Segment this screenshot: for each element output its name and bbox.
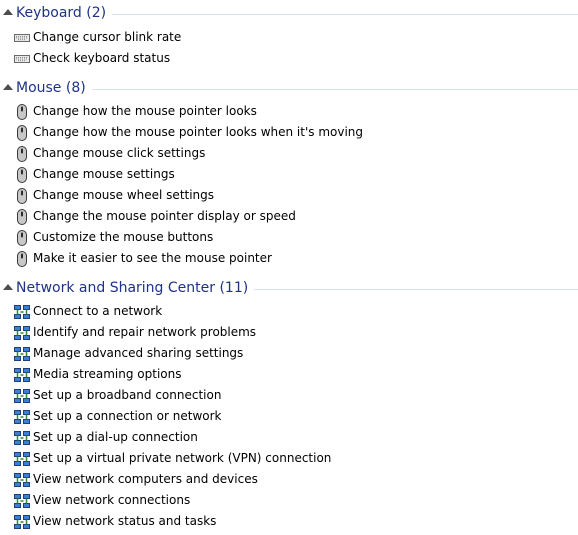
list-item-label: Change the mouse pointer display or spee… — [33, 209, 296, 223]
list-item-label: Make it easier to see the mouse pointer — [33, 251, 272, 265]
list-item-mouse-2[interactable]: Change mouse click settings — [0, 144, 578, 165]
keyboard-icon — [14, 30, 30, 46]
list-item-network-3[interactable]: Media streaming options — [0, 365, 578, 386]
list-item-mouse-4[interactable]: Change mouse wheel settings — [0, 186, 578, 207]
group-header-mouse[interactable]: Mouse (8) — [0, 77, 578, 101]
network-icon — [14, 367, 30, 383]
list-item-label: Set up a dial-up connection — [33, 430, 198, 444]
list-item-label: Set up a virtual private network (VPN) c… — [33, 451, 332, 465]
network-icon — [14, 451, 30, 467]
list-item-label: Set up a connection or network — [33, 409, 222, 423]
list-item-label: Change how the mouse pointer looks — [33, 104, 257, 118]
list-item-label: View network computers and devices — [33, 472, 258, 486]
list-item-label: Manage advanced sharing settings — [33, 346, 244, 360]
mouse-icon — [14, 146, 30, 162]
list-item-network-4[interactable]: Set up a broadband connection — [0, 386, 578, 407]
network-icon — [14, 325, 30, 341]
list-item-network-5[interactable]: Set up a connection or network — [0, 407, 578, 428]
mouse-icon — [14, 104, 30, 120]
collapse-triangle-icon[interactable] — [3, 284, 13, 290]
list-item-mouse-3[interactable]: Change mouse settings — [0, 165, 578, 186]
list-item-mouse-5[interactable]: Change the mouse pointer display or spee… — [0, 207, 578, 228]
list-item-label: Change how the mouse pointer looks when … — [33, 125, 364, 139]
mouse-icon — [14, 125, 30, 141]
list-item-label: View network status and tasks — [33, 514, 217, 528]
network-icon — [14, 514, 30, 530]
mouse-icon — [14, 230, 30, 246]
list-item-label: Check keyboard status — [33, 51, 171, 65]
list-item-label: Media streaming options — [33, 367, 182, 381]
list-item-network-6[interactable]: Set up a dial-up connection — [0, 428, 578, 449]
list-item-network-2[interactable]: Manage advanced sharing settings — [0, 344, 578, 365]
keyboard-icon — [14, 51, 30, 67]
group-title-mouse: Mouse (8) — [16, 79, 92, 97]
list-item-network-1[interactable]: Identify and repair network problems — [0, 323, 578, 344]
network-icon — [14, 493, 30, 509]
network-icon — [14, 430, 30, 446]
list-item-label: View network connections — [33, 493, 191, 507]
list-item-label: Connect to a network — [33, 304, 163, 318]
list-item-network-8[interactable]: View network computers and devices — [0, 470, 578, 491]
list-item-network-7[interactable]: Set up a virtual private network (VPN) c… — [0, 449, 578, 470]
list-item-mouse-6[interactable]: Customize the mouse buttons — [0, 228, 578, 249]
mouse-icon — [14, 167, 30, 183]
list-item-label: Change cursor blink rate — [33, 30, 182, 44]
mouse-icon — [14, 209, 30, 225]
list-item-network-0[interactable]: Connect to a network — [0, 302, 578, 323]
network-icon — [14, 409, 30, 425]
group-title-keyboard: Keyboard (2) — [16, 4, 113, 22]
network-icon — [14, 304, 30, 320]
group-header-keyboard[interactable]: Keyboard (2) — [0, 2, 578, 26]
list-item-label: Identify and repair network problems — [33, 325, 257, 339]
list-item-label: Change mouse click settings — [33, 146, 206, 160]
mouse-icon — [14, 251, 30, 267]
list-item-mouse-0[interactable]: Change how the mouse pointer looks — [0, 102, 578, 123]
list-item-mouse-1[interactable]: Change how the mouse pointer looks when … — [0, 123, 578, 144]
list-item-label: Change mouse settings — [33, 167, 175, 181]
list-item-label: Customize the mouse buttons — [33, 230, 214, 244]
collapse-triangle-icon[interactable] — [3, 9, 13, 15]
network-icon — [14, 472, 30, 488]
list-item-mouse-7[interactable]: Make it easier to see the mouse pointer — [0, 249, 578, 270]
list-item-keyboard-1[interactable]: Check keyboard status — [0, 49, 578, 70]
collapse-triangle-icon[interactable] — [3, 84, 13, 90]
list-item-network-10[interactable]: View network status and tasks — [0, 512, 578, 533]
network-icon — [14, 346, 30, 362]
list-item-label: Change mouse wheel settings — [33, 188, 215, 202]
group-header-network[interactable]: Network and Sharing Center (11) — [0, 277, 578, 301]
list-item-network-9[interactable]: View network connections — [0, 491, 578, 512]
list-item-label: Set up a broadband connection — [33, 388, 222, 402]
mouse-icon — [14, 188, 30, 204]
group-title-network: Network and Sharing Center (11) — [16, 279, 255, 297]
network-icon — [14, 388, 30, 404]
group-divider — [16, 89, 578, 90]
list-item-keyboard-0[interactable]: Change cursor blink rate — [0, 28, 578, 49]
